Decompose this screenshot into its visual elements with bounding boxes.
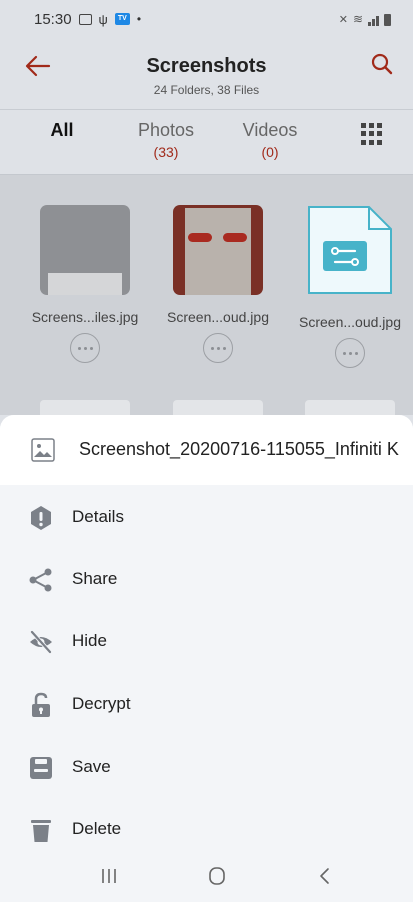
- action-save[interactable]: Save: [0, 740, 413, 796]
- file-thumbnail-partial[interactable]: [173, 400, 263, 416]
- action-decrypt[interactable]: Decrypt: [0, 677, 413, 733]
- gallery-icon: [78, 13, 92, 25]
- tv-app-icon: TV: [114, 13, 130, 25]
- search-icon[interactable]: [369, 51, 395, 77]
- thumbnail-decoration: [223, 233, 247, 242]
- file-item[interactable]: Screens...iles.jpg: [30, 205, 140, 363]
- file-thumbnail-partial[interactable]: [305, 400, 395, 416]
- dot-icon: •: [136, 12, 142, 26]
- hide-icon: [30, 630, 52, 654]
- save-icon: [30, 757, 52, 779]
- file-actions-sheet: Screenshot_20200716-115055_Infiniti K...…: [0, 415, 413, 902]
- thumbnail-decoration: [188, 233, 212, 242]
- file-thumbnail[interactable]: [173, 205, 263, 295]
- tab-photos[interactable]: Photos (33): [126, 120, 206, 160]
- action-save-label: Save: [72, 757, 111, 776]
- tab-videos-count: (0): [261, 144, 279, 160]
- delete-icon: [31, 820, 51, 842]
- page-title: Screenshots: [146, 55, 267, 77]
- action-decrypt-label: Decrypt: [72, 694, 131, 713]
- file-thumbnail-partial[interactable]: [40, 400, 130, 416]
- thumbnail-preview: [48, 273, 122, 295]
- file-name: Screen...oud.jpg: [299, 314, 401, 330]
- action-share-label: Share: [72, 569, 118, 588]
- file-item[interactable]: Screen...oud.jpg: [163, 205, 273, 363]
- tab-videos[interactable]: Videos (0): [230, 120, 310, 160]
- battery-icon: [384, 14, 391, 26]
- status-left: 15:30 ψ TV •: [34, 11, 141, 28]
- status-right: ✕ ≋: [339, 12, 391, 26]
- selected-file-name: Screenshot_20200716-115055_Infiniti K...: [79, 439, 399, 459]
- sheet-header: Screenshot_20200716-115055_Infiniti K...: [0, 415, 413, 485]
- file-item[interactable]: Screen...oud.jpg: [295, 205, 405, 368]
- system-nav-bar: [0, 850, 413, 902]
- info-icon: [31, 506, 51, 530]
- tab-photos-count: (33): [153, 144, 179, 160]
- status-bar: 15:30 ψ TV • ✕ ≋: [0, 0, 413, 38]
- home-icon[interactable]: [202, 862, 232, 890]
- folder-file-count: 24 Folders, 38 Files: [153, 83, 260, 97]
- unlock-icon: [32, 692, 50, 717]
- file-name: Screen...oud.jpg: [167, 309, 269, 325]
- more-options-button[interactable]: [203, 333, 233, 363]
- recent-apps-icon[interactable]: [94, 862, 124, 890]
- action-hide-label: Hide: [72, 631, 107, 650]
- filter-tabs: All Photos (33) Videos (0): [0, 110, 413, 175]
- more-options-button[interactable]: [70, 333, 100, 363]
- document-file-icon[interactable]: [305, 205, 395, 295]
- status-time: 15:30: [34, 10, 72, 28]
- action-details-label: Details: [72, 507, 124, 526]
- action-delete-label: Delete: [72, 819, 122, 838]
- usb-icon: ψ: [98, 11, 108, 27]
- tab-all[interactable]: All: [36, 120, 88, 141]
- file-grid: Screens...iles.jpg Screen...oud.jpg Scre…: [0, 175, 413, 416]
- mute-icon: ✕: [338, 14, 348, 26]
- action-share[interactable]: Share: [0, 552, 413, 608]
- action-hide[interactable]: Hide: [0, 614, 413, 670]
- tab-photos-label: Photos: [137, 120, 195, 140]
- more-options-button[interactable]: [335, 338, 365, 368]
- signal-icon: [368, 16, 379, 26]
- top-app-bar: Screenshots 24 Folders, 38 Files: [0, 38, 413, 110]
- share-icon: [29, 568, 52, 592]
- file-name: Screens...iles.jpg: [31, 309, 139, 325]
- image-file-icon: [31, 438, 55, 462]
- file-thumbnail[interactable]: [40, 205, 130, 295]
- grid-view-icon[interactable]: [361, 123, 383, 145]
- wifi-icon: ≋: [352, 12, 363, 26]
- thumbnail-preview: [185, 208, 251, 295]
- tab-videos-label: Videos: [242, 120, 298, 140]
- action-details[interactable]: Details: [0, 490, 413, 546]
- back-nav-icon[interactable]: [310, 862, 340, 890]
- tab-all-label: All: [50, 120, 74, 140]
